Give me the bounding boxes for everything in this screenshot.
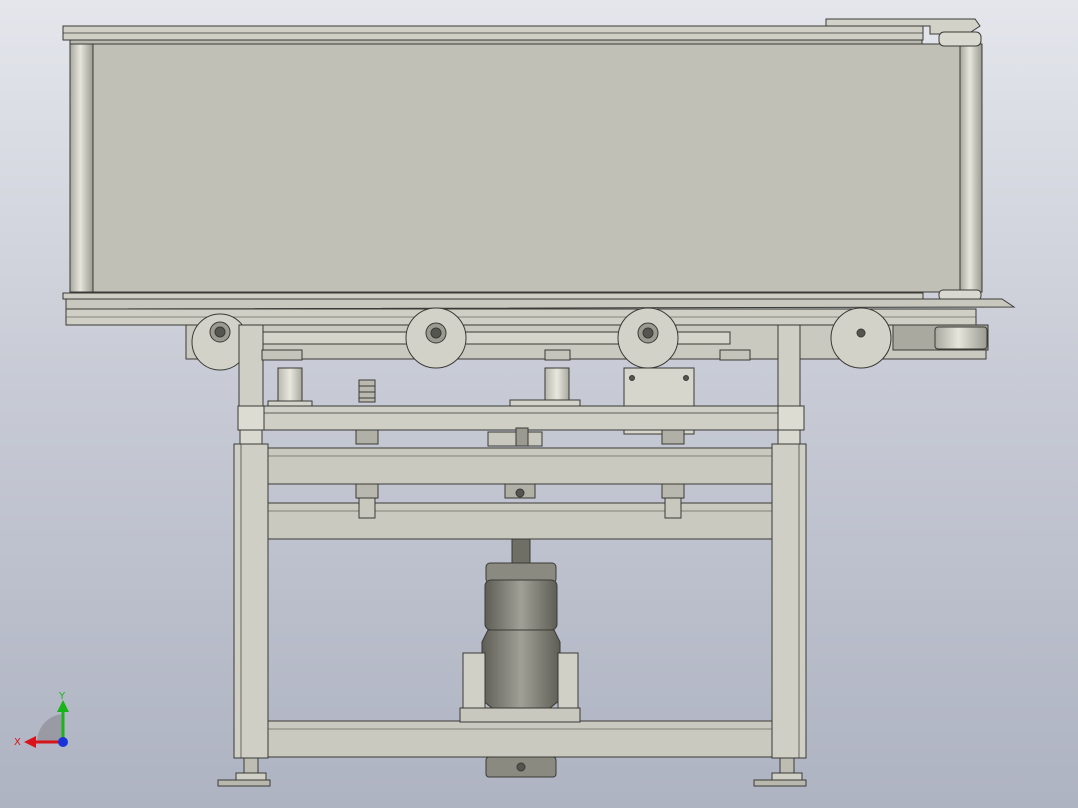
- left-end-roller: [69, 43, 94, 293]
- orientation-triad[interactable]: Y X: [14, 691, 69, 748]
- cad-model-view[interactable]: Y X: [0, 0, 1078, 808]
- return-roller-2: [405, 307, 467, 369]
- return-roller-3: [617, 307, 679, 369]
- frame-left-leg: [233, 443, 269, 759]
- triad-plane-indicator: [36, 714, 63, 742]
- right-end-roller: [959, 43, 983, 293]
- lifting-crossbeam: [237, 405, 805, 431]
- right-roller-cap-top: [938, 31, 982, 47]
- motor-mount-left: [462, 652, 486, 709]
- triad-x-label: X: [14, 737, 21, 748]
- frame-right-leg: [771, 443, 807, 759]
- tension-roller: [934, 326, 988, 350]
- triad-z-axis: [58, 737, 68, 747]
- frame-bottom-rail: [267, 720, 773, 758]
- motor-body-upper: [484, 579, 558, 631]
- leveling-foot-right: [753, 757, 807, 787]
- leveling-foot-left: [217, 757, 271, 787]
- frame-upper-rail: [267, 447, 773, 485]
- motor-shaft: [511, 538, 531, 566]
- motor-base-plate: [459, 707, 581, 723]
- motor-mount-right: [557, 652, 579, 709]
- triad-y-label: Y: [58, 691, 66, 702]
- frame-mid-rail: [267, 502, 773, 540]
- guide-posts: [267, 367, 581, 409]
- bottom-side-plate: [62, 292, 924, 300]
- top-guide-rail-lower: [69, 39, 923, 45]
- graphics-viewport[interactable]: Y X: [0, 0, 1078, 808]
- bottom-guide-plate: [65, 298, 1016, 310]
- belt-surface: [91, 43, 961, 293]
- conveyor-belt-assembly[interactable]: [62, 18, 1016, 326]
- return-roller-4: [830, 307, 892, 369]
- gearbox-housing: [481, 629, 561, 709]
